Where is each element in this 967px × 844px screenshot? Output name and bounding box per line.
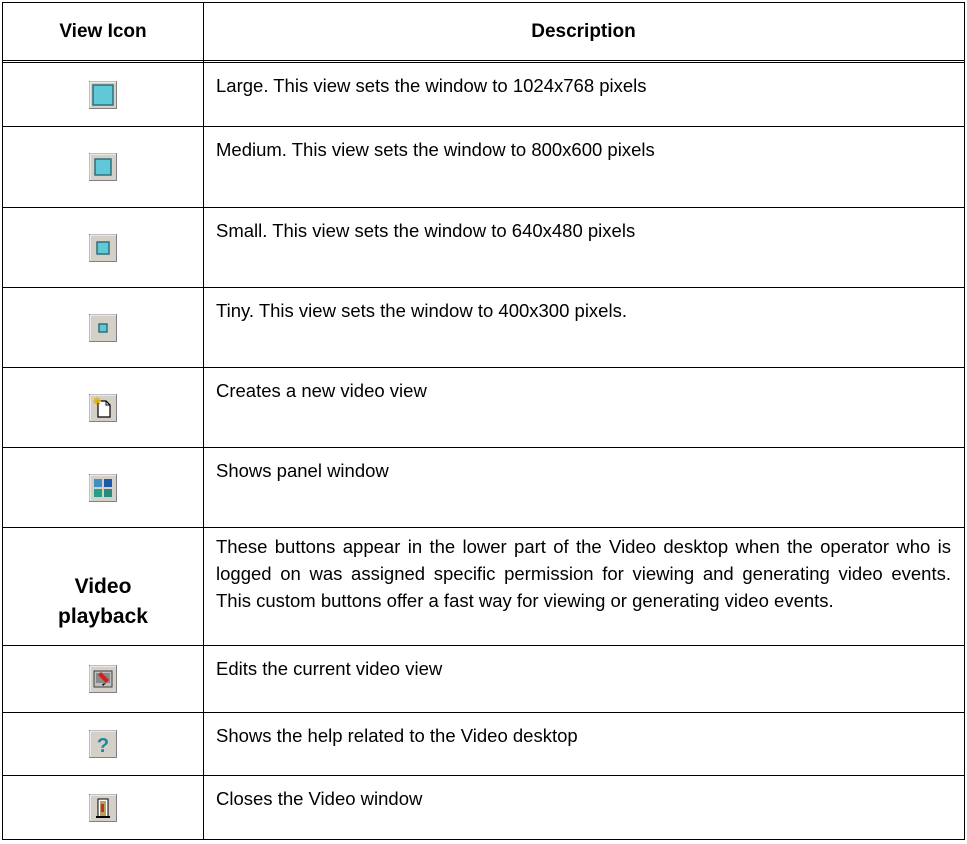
row-description: These buttons appear in the lower part o… — [216, 536, 951, 611]
panel-window-icon — [89, 473, 117, 502]
svg-text:?: ? — [97, 735, 109, 757]
tiny-view-icon — [89, 313, 117, 342]
row-description: Creates a new video view — [216, 380, 427, 401]
row-description: Shows panel window — [216, 460, 389, 481]
table-row: Edits the current video view — [3, 646, 964, 713]
row-description: Small. This view sets the window to 640x… — [216, 220, 636, 241]
video-playback-label: Video playback — [58, 574, 148, 628]
table-row: Creates a new video view — [3, 368, 964, 448]
edit-view-icon — [89, 665, 117, 693]
table-row: Video playback These buttons appear in t… — [3, 528, 964, 646]
row-description: Edits the current video view — [216, 658, 443, 679]
header-view-icon: View Icon — [59, 20, 147, 42]
table-row: Large. This view sets the window to 1024… — [3, 63, 964, 127]
view-icons-table: View Icon Description Large. This view s… — [2, 2, 965, 840]
table-row: Shows panel window — [3, 448, 964, 528]
large-view-icon — [89, 80, 117, 109]
new-video-view-icon — [89, 393, 117, 422]
table-row: ? Shows the help related to the Video de… — [3, 713, 964, 776]
table-row: Medium. This view sets the window to 800… — [3, 127, 964, 208]
table-row: Small. This view sets the window to 640x… — [3, 208, 964, 288]
table-row: Tiny. This view sets the window to 400x3… — [3, 288, 964, 368]
header-description: Description — [531, 20, 636, 42]
close-window-icon — [89, 793, 117, 822]
row-description: Large. This view sets the window to 1024… — [216, 75, 647, 96]
row-description: Closes the Video window — [216, 788, 423, 809]
help-icon: ? — [89, 730, 117, 758]
medium-view-icon — [89, 153, 117, 181]
row-description: Medium. This view sets the window to 800… — [216, 139, 655, 160]
table-header: View Icon Description — [3, 3, 964, 63]
row-description: Shows the help related to the Video desk… — [216, 725, 578, 746]
row-description: Tiny. This view sets the window to 400x3… — [216, 300, 627, 321]
small-view-icon — [89, 233, 117, 262]
table-row: Closes the Video window — [3, 776, 964, 839]
